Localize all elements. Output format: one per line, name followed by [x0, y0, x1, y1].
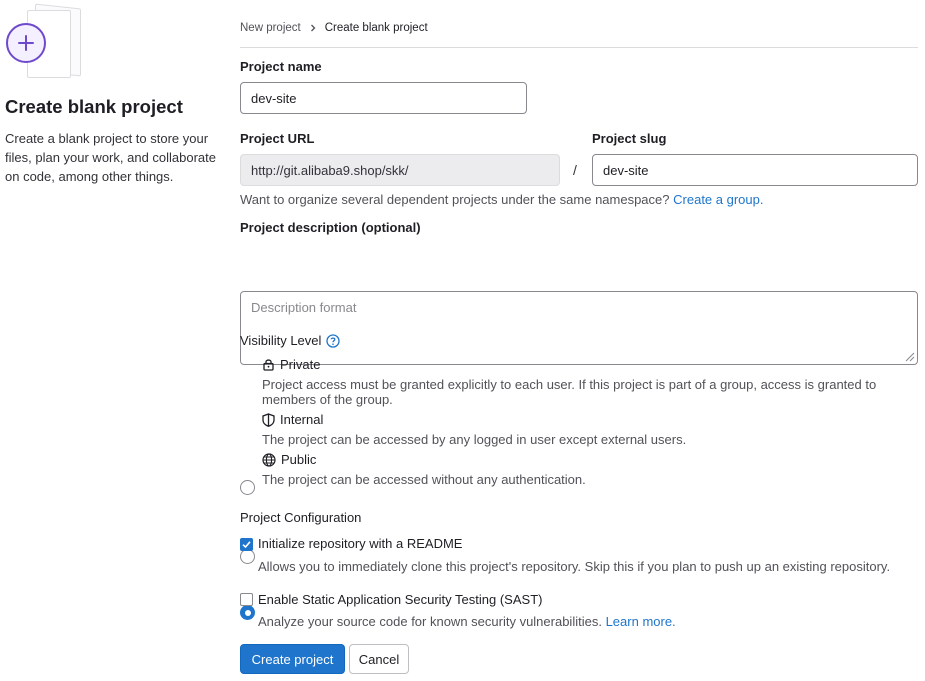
sast-description: Analyze your source code for known secur… — [258, 614, 676, 629]
sast-label[interactable]: Enable Static Application Security Testi… — [258, 592, 542, 607]
breadcrumb: New project Create blank project — [240, 0, 918, 48]
readme-description: Allows you to immediately clone this pro… — [258, 559, 891, 574]
cancel-button[interactable]: Cancel — [349, 644, 409, 674]
shield-icon — [262, 412, 275, 427]
resize-grip-icon[interactable] — [903, 350, 915, 362]
project-name-label: Project name — [240, 59, 322, 74]
description-textarea[interactable]: Description format — [240, 291, 918, 365]
globe-icon — [262, 452, 276, 467]
lock-icon — [262, 358, 275, 371]
project-url-field[interactable]: http://git.alibaba9.shop/skk/ — [240, 154, 560, 186]
project-name-input[interactable]: dev-site — [240, 82, 527, 114]
visibility-public-label: Public — [281, 452, 317, 467]
visibility-label: Visibility Level — [240, 333, 322, 348]
description-placeholder: Description format — [251, 300, 357, 315]
project-url-label: Project URL — [240, 131, 315, 146]
new-project-page: Create blank project Create a blank proj… — [0, 0, 925, 681]
visibility-internal-radio[interactable] — [240, 549, 255, 564]
description-label: Project description (optional) — [240, 220, 421, 235]
visibility-private-description-line2: members of the group. — [262, 392, 393, 407]
create-group-link[interactable]: Create a group. — [673, 192, 763, 207]
breadcrumb-new-project[interactable]: New project — [240, 22, 301, 34]
visibility-private-radio[interactable] — [240, 480, 255, 495]
visibility-internal-label: Internal — [280, 412, 324, 427]
readme-checkbox[interactable] — [240, 538, 253, 551]
project-slug-label: Project slug — [592, 131, 667, 146]
chevron-right-icon — [309, 24, 317, 32]
sidebar-title: Create blank project — [5, 96, 183, 117]
visibility-internal-description: The project can be accessed by any logge… — [262, 432, 687, 447]
visibility-public-description: The project can be accessed without any … — [262, 472, 586, 487]
create-project-button[interactable]: Create project — [240, 644, 345, 674]
visibility-private-option[interactable]: Private — [262, 357, 320, 372]
breadcrumb-current: Create blank project — [324, 21, 428, 34]
blank-project-illustration — [5, 3, 85, 78]
form-panel: New project Create blank project Project… — [240, 0, 918, 674]
readme-label[interactable]: Initialize repository with a README — [258, 536, 462, 551]
visibility-private-label: Private — [280, 357, 321, 372]
visibility-heading: Visibility Level — [240, 333, 341, 348]
sast-checkbox[interactable] — [240, 593, 253, 606]
sast-description-text: Analyze your source code for known secur… — [258, 614, 602, 629]
visibility-internal-option[interactable]: Internal — [262, 412, 323, 427]
visibility-private-description-line1: Project access must be granted explicitl… — [262, 377, 877, 392]
check-icon — [242, 541, 251, 549]
question-circle-icon[interactable] — [326, 333, 341, 348]
url-slash-separator: / — [573, 162, 577, 178]
learn-more-link[interactable]: Learn more. — [606, 614, 676, 629]
sidebar-description: Create a blank project to store your fil… — [5, 131, 217, 184]
visibility-public-radio[interactable] — [240, 605, 255, 620]
sidebar-panel: Create blank project Create a blank proj… — [5, 3, 220, 186]
project-slug-input[interactable]: dev-site — [592, 154, 918, 186]
visibility-public-option[interactable]: Public — [262, 452, 316, 467]
namespace-help-text: Want to organize several dependent proje… — [240, 192, 763, 207]
plus-circle-icon — [6, 23, 46, 63]
namespace-help-label: Want to organize several dependent proje… — [240, 192, 670, 207]
project-configuration-label: Project Configuration — [240, 510, 362, 525]
